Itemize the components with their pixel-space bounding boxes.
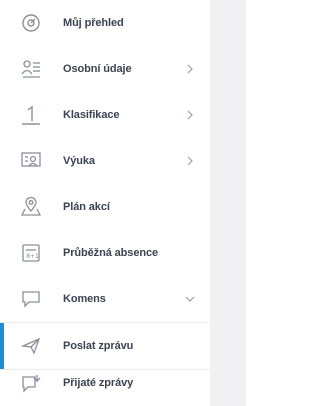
chevron-right-icon — [185, 64, 195, 74]
send-message-icon — [19, 334, 43, 358]
sidebar-item-label: Přijaté zprávy — [63, 377, 134, 389]
sidebar-item-komens[interactable]: Komens — [0, 276, 210, 322]
sidebar-item-label: Výuka — [63, 155, 95, 167]
grades-icon — [19, 103, 43, 127]
sidebar-item-label: Průběžná absence — [63, 247, 158, 259]
sidebar-item-ongoing-absence[interactable]: 8+1 Průběžná absence — [0, 230, 210, 276]
absence-icon: 8+1 — [19, 241, 43, 265]
teaching-icon — [19, 149, 43, 173]
sidebar-menu: Můj přehled Osobní údaje Klasifikace Výu… — [0, 0, 210, 406]
sidebar-item-event-plan[interactable]: Plán akcí — [0, 184, 210, 230]
sidebar-item-teaching[interactable]: Výuka — [0, 138, 210, 184]
sidebar-item-label: Klasifikace — [63, 109, 120, 121]
sidebar-item-label: Můj přehled — [63, 17, 124, 29]
sidebar-item-label: Plán akcí — [63, 201, 110, 213]
sidebar-item-my-overview[interactable]: Můj přehled — [0, 0, 210, 46]
chevron-right-icon — [185, 156, 195, 166]
dashboard-icon — [19, 11, 43, 35]
sidebar-item-personal-data[interactable]: Osobní údaje — [0, 46, 210, 92]
chat-icon — [19, 287, 43, 311]
map-pin-icon — [19, 195, 43, 219]
chevron-right-icon — [185, 110, 195, 120]
svg-text:8+1: 8+1 — [26, 253, 39, 260]
sidebar-item-label: Osobní údaje — [63, 63, 132, 75]
app-window: Můj přehled Osobní údaje Klasifikace Výu… — [0, 0, 246, 406]
content-area-edge — [210, 0, 246, 406]
personal-data-icon — [19, 57, 43, 81]
sidebar-item-grades[interactable]: Klasifikace — [0, 92, 210, 138]
sidebar-item-received-messages[interactable]: Přijaté zprávy — [0, 360, 210, 406]
chevron-down-icon — [185, 294, 195, 304]
sidebar-item-label: Komens — [63, 293, 106, 305]
sidebar-item-label: Poslat zprávu — [63, 340, 134, 352]
inbox-message-icon — [19, 371, 43, 395]
